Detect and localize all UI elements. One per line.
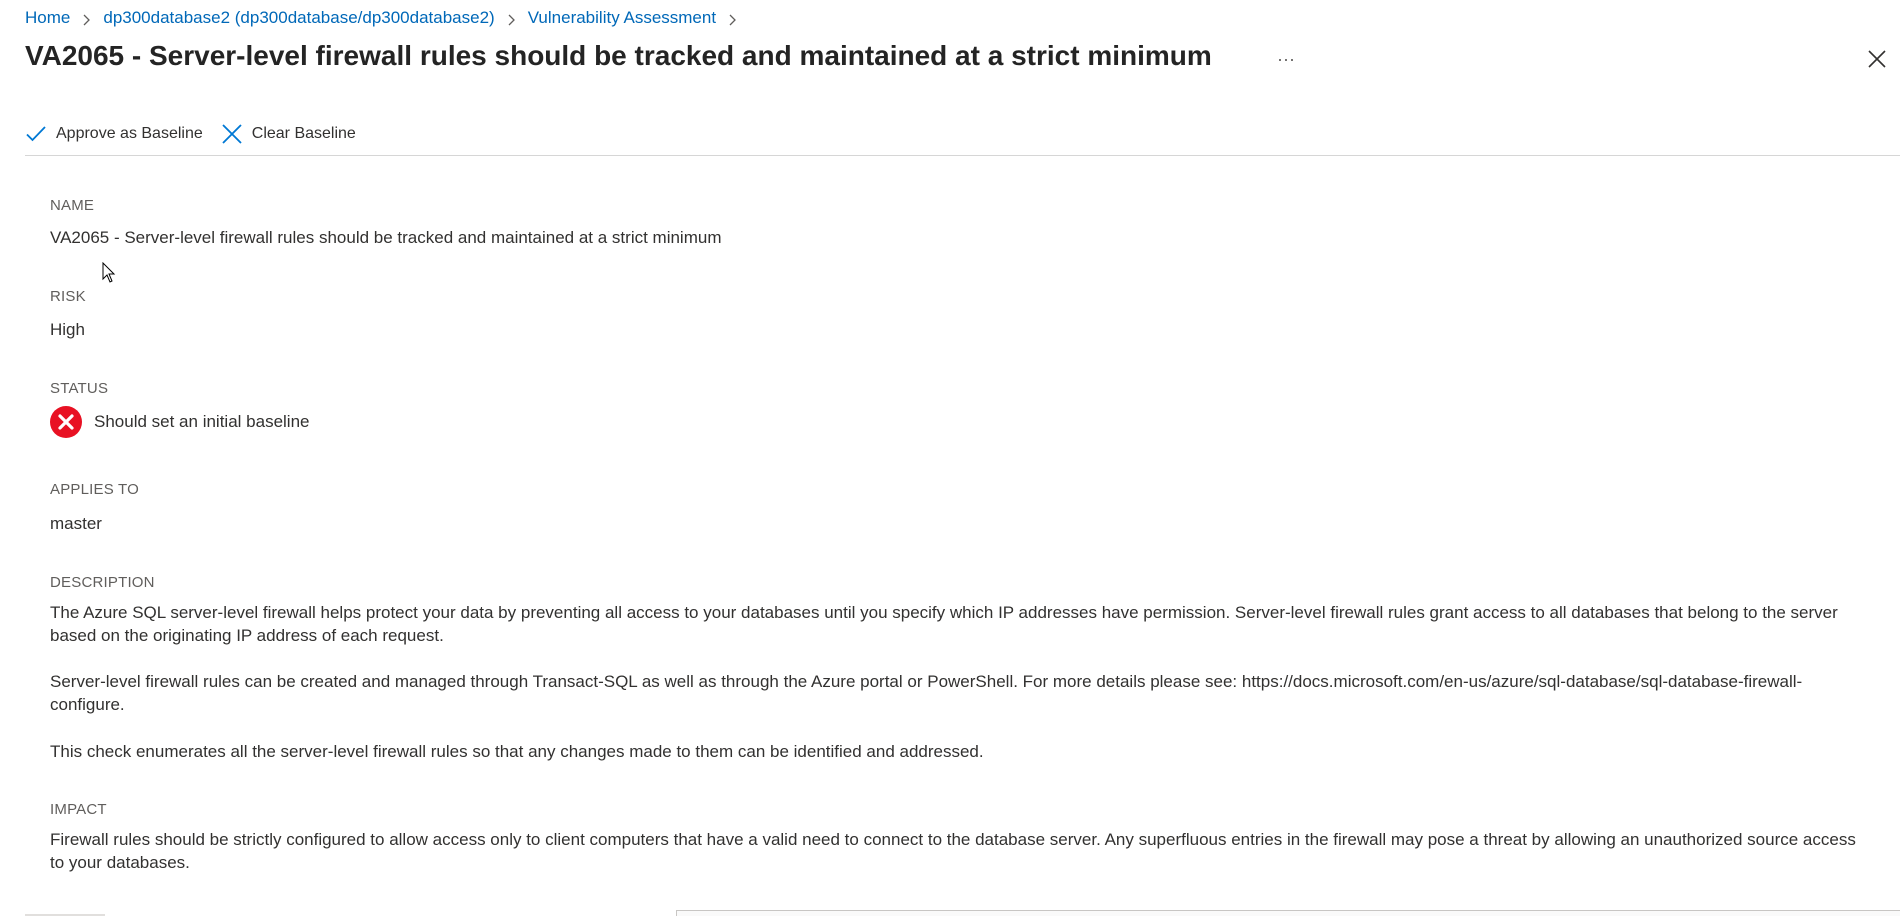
mouse-cursor-icon bbox=[102, 262, 116, 283]
applies-to-label: APPLIES TO bbox=[50, 481, 139, 498]
more-icon[interactable]: ··· bbox=[1274, 44, 1298, 74]
breadcrumb-vulnerability-assessment[interactable]: Vulnerability Assessment bbox=[528, 8, 716, 28]
description-label: DESCRIPTION bbox=[50, 574, 155, 591]
breadcrumb: Home dp300database2 (dp300database/dp300… bbox=[25, 6, 749, 30]
checkmark-icon bbox=[26, 126, 46, 142]
name-label: NAME bbox=[50, 197, 95, 214]
impact-label: IMPACT bbox=[50, 801, 107, 818]
results-panel-edge bbox=[676, 910, 1900, 916]
error-circle-icon bbox=[50, 406, 82, 438]
impact-value: Firewall rules should be strictly config… bbox=[50, 830, 1856, 872]
breadcrumb-home[interactable]: Home bbox=[25, 8, 70, 28]
status-row: Should set an initial baseline bbox=[50, 406, 309, 438]
applies-to-value: master bbox=[50, 514, 102, 533]
clear-baseline-button[interactable]: Clear Baseline bbox=[221, 123, 356, 145]
description-paragraph-3: This check enumerates all the server-lev… bbox=[50, 742, 984, 761]
command-bar: Approve as Baseline Clear Baseline bbox=[25, 118, 374, 150]
approve-as-baseline-button[interactable]: Approve as Baseline bbox=[25, 125, 203, 143]
risk-value: High bbox=[50, 320, 85, 339]
breadcrumb-database[interactable]: dp300database2 (dp300database/dp300datab… bbox=[103, 8, 494, 28]
chevron-right-icon bbox=[507, 14, 516, 25]
cancel-x-icon bbox=[222, 124, 242, 144]
clear-baseline-label: Clear Baseline bbox=[251, 125, 356, 142]
close-icon[interactable] bbox=[1866, 48, 1888, 70]
chevron-right-icon bbox=[82, 14, 91, 25]
status-value: Should set an initial baseline bbox=[94, 412, 310, 431]
toolbar-divider bbox=[25, 155, 1900, 156]
description-paragraph-2: Server-level firewall rules can be creat… bbox=[50, 672, 1803, 714]
risk-label: RISK bbox=[50, 288, 86, 305]
chevron-right-icon bbox=[728, 14, 737, 25]
name-value: VA2065 - Server-level firewall rules sho… bbox=[50, 228, 722, 247]
description-paragraph-1: The Azure SQL server-level firewall help… bbox=[50, 603, 1838, 645]
vulnerability-detail-blade: Home dp300database2 (dp300database/dp300… bbox=[0, 0, 1900, 916]
status-label: STATUS bbox=[50, 380, 109, 397]
approve-as-baseline-label: Approve as Baseline bbox=[56, 125, 203, 142]
page-title: VA2065 - Server-level firewall rules sho… bbox=[25, 40, 1212, 71]
